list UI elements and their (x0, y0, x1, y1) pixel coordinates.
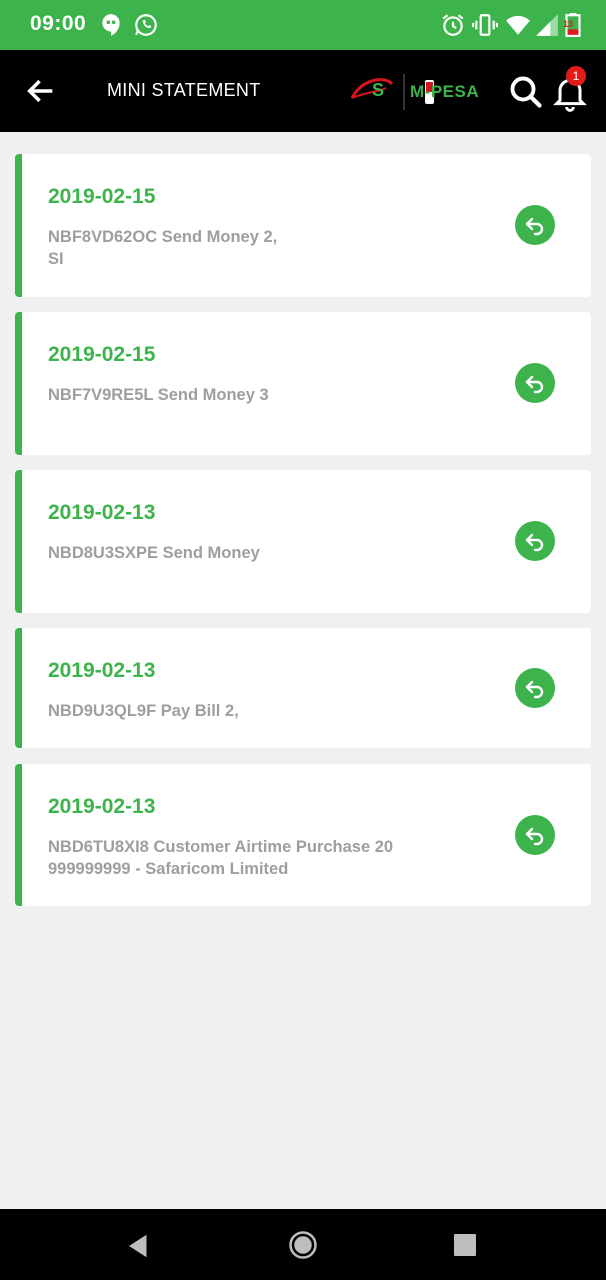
reply-button[interactable] (515, 363, 555, 403)
reply-button[interactable] (515, 668, 555, 708)
transaction-card[interactable]: 2019-02-15 NBF8VD62OC Send Money 2, SI (15, 154, 591, 297)
mpesa-logo-text: M-PESA (410, 82, 480, 101)
transaction-description-2: SI (48, 250, 64, 268)
transaction-description: NBD8U3SXPE Send Money (48, 544, 260, 562)
transaction-card[interactable]: 2019-02-13 NBD9U3QL9F Pay Bill 2, (15, 628, 591, 748)
nav-home-icon[interactable] (288, 1230, 318, 1260)
nav-back-icon[interactable] (124, 1231, 154, 1261)
transaction-card[interactable]: 2019-02-13 NBD8U3SXPE Send Money (15, 470, 591, 613)
signal-icon (536, 14, 558, 36)
svg-text:S: S (372, 80, 384, 100)
notification-badge: 1 (566, 66, 586, 86)
transaction-description-2: 999999999 - Safaricom Limited (48, 860, 289, 878)
reply-button[interactable] (515, 205, 555, 245)
transaction-description: NBD6TU8XI8 Customer Airtime Purchase 20 (48, 838, 394, 856)
reply-icon (525, 533, 544, 552)
alarm-icon (442, 14, 464, 36)
transaction-description: NBF7V9RE5L Send Money 3 (48, 386, 269, 404)
transaction-description: NBD9U3QL9F Pay Bill 2, (48, 702, 239, 720)
nav-recents-icon[interactable] (453, 1233, 477, 1257)
back-arrow-icon[interactable] (24, 74, 58, 108)
reply-button[interactable] (515, 815, 555, 855)
wifi-icon (506, 15, 530, 35)
status-bar: 09:00 13 (0, 0, 606, 50)
transaction-date: 2019-02-15 (48, 343, 156, 366)
status-time: 09:00 (30, 12, 87, 35)
hangouts-icon (102, 14, 120, 36)
app-bar: MINI STATEMENT S M-PESA (0, 50, 606, 132)
transaction-card[interactable]: 2019-02-13 NBD6TU8XI8 Customer Airtime P… (15, 764, 591, 906)
transaction-description: NBF8VD62OC Send Money 2, (48, 228, 278, 246)
transaction-date: 2019-02-15 (48, 185, 156, 208)
reply-icon (525, 680, 544, 699)
reply-button[interactable] (515, 521, 555, 561)
reply-icon (525, 827, 544, 846)
transaction-card[interactable]: 2019-02-15 NBF7V9RE5L Send Money 3 (15, 312, 591, 455)
transaction-date: 2019-02-13 (48, 659, 156, 682)
system-nav-bar (0, 1209, 606, 1280)
page-title: MINI STATEMENT (107, 80, 261, 100)
reply-icon (525, 375, 544, 394)
vibrate-icon (472, 14, 498, 36)
reply-icon (525, 217, 544, 236)
search-icon[interactable] (508, 74, 544, 110)
transaction-date: 2019-02-13 (48, 501, 156, 524)
battery-level: 13 (563, 19, 574, 29)
transaction-date: 2019-02-13 (48, 795, 156, 818)
whatsapp-icon (135, 14, 157, 36)
